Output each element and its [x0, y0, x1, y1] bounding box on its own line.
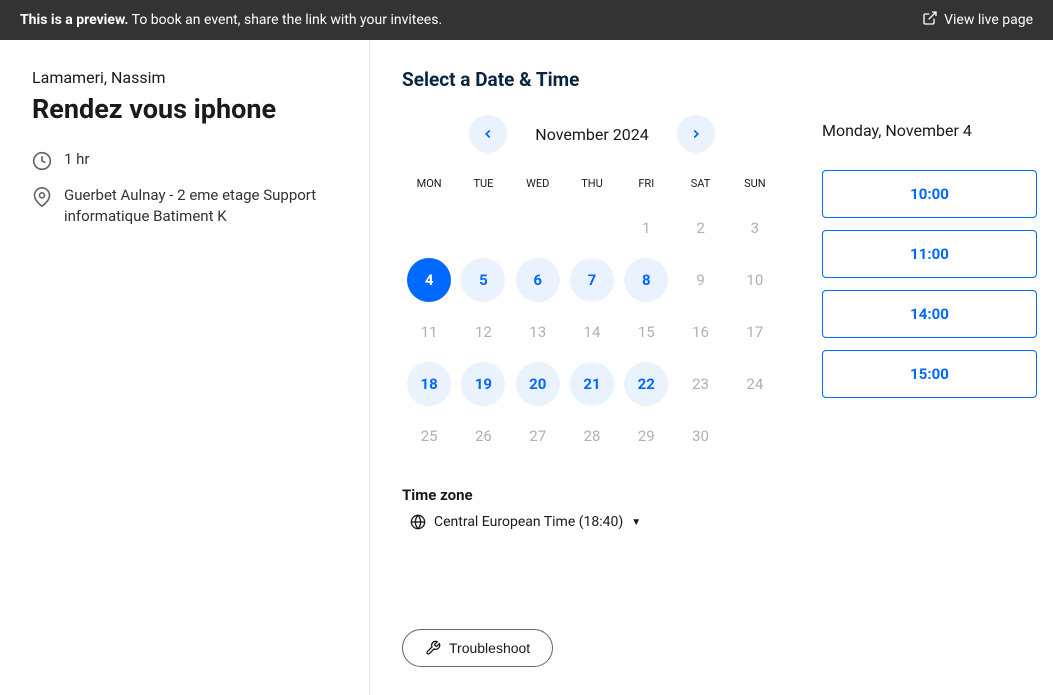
timezone-label: Central European Time (18:40) — [434, 514, 623, 530]
section-title: Select a Date & Time — [402, 68, 1037, 91]
day-17: 17 — [733, 310, 777, 354]
preview-strong: This is a preview. — [20, 12, 128, 28]
time-slots-list: 10:00 11:00 14:00 15:00 — [822, 170, 1037, 398]
timezone-heading: Time zone — [402, 486, 782, 504]
day-27: 27 — [516, 414, 560, 458]
time-slot-15-00[interactable]: 15:00 — [822, 350, 1037, 398]
duration-row: 1 hr — [32, 149, 337, 171]
day-3: 3 — [733, 206, 777, 250]
location-text: Guerbet Aulnay - 2 eme etage Support inf… — [64, 185, 337, 227]
timezone-section: Time zone Central European Time (18:40) … — [402, 486, 782, 530]
day-5[interactable]: 5 — [461, 258, 505, 302]
day-16: 16 — [679, 310, 723, 354]
troubleshoot-button[interactable]: Troubleshoot — [402, 629, 553, 667]
day-7[interactable]: 7 — [570, 258, 614, 302]
day-21[interactable]: 21 — [570, 362, 614, 406]
view-live-label: View live page — [944, 12, 1033, 28]
weekday-label: WED — [511, 171, 565, 196]
location-row: Guerbet Aulnay - 2 eme etage Support inf… — [32, 185, 337, 227]
day-19[interactable]: 19 — [461, 362, 505, 406]
day-6[interactable]: 6 — [516, 258, 560, 302]
weekday-header: MONTUEWEDTHUFRISATSUN — [402, 171, 782, 196]
weekday-label: FRI — [619, 171, 673, 196]
timezone-picker[interactable]: Central European Time (18:40) ▼ — [402, 514, 782, 530]
day-2: 2 — [679, 206, 723, 250]
next-month-button[interactable] — [677, 115, 715, 153]
prev-month-button[interactable] — [469, 115, 507, 153]
time-slot-11-00[interactable]: 11:00 — [822, 230, 1037, 278]
time-slot-10-00[interactable]: 10:00 — [822, 170, 1037, 218]
day-23: 23 — [679, 362, 723, 406]
troubleshoot-label: Troubleshoot — [449, 640, 530, 656]
weekday-label: THU — [565, 171, 619, 196]
day-28: 28 — [570, 414, 614, 458]
duration-text: 1 hr — [64, 149, 90, 170]
day-10: 10 — [733, 258, 777, 302]
caret-down-icon: ▼ — [631, 517, 641, 528]
preview-rest: To book an event, share the link with yo… — [128, 12, 442, 28]
day-4[interactable]: 4 — [407, 258, 451, 302]
host-name: Lamameri, Nassim — [32, 68, 337, 87]
scheduler-panel: Select a Date & Time November 2024 MONTU… — [370, 40, 1053, 695]
location-pin-icon — [32, 187, 52, 207]
clock-icon — [32, 151, 52, 171]
weekday-label: MON — [402, 171, 456, 196]
day-1: 1 — [624, 206, 668, 250]
day-9: 9 — [679, 258, 723, 302]
preview-bar: This is a preview. To book an event, sha… — [0, 0, 1053, 40]
weekday-label: SUN — [728, 171, 782, 196]
day-29: 29 — [624, 414, 668, 458]
event-details-panel: Lamameri, Nassim Rendez vous iphone 1 hr… — [0, 40, 370, 695]
event-title: Rendez vous iphone — [32, 93, 337, 125]
day-8[interactable]: 8 — [624, 258, 668, 302]
time-slots-panel: Monday, November 4 10:00 11:00 14:00 15:00 — [822, 115, 1037, 410]
day-26: 26 — [461, 414, 505, 458]
view-live-link[interactable]: View live page — [922, 10, 1033, 30]
chevron-left-icon — [481, 127, 495, 141]
day-13: 13 — [516, 310, 560, 354]
day-18[interactable]: 18 — [407, 362, 451, 406]
days-grid: 1234567891011121314151617181920212223242… — [402, 206, 782, 458]
external-link-icon — [922, 10, 938, 30]
month-label: November 2024 — [535, 125, 648, 144]
globe-icon — [410, 514, 426, 530]
day-11: 11 — [407, 310, 451, 354]
day-22[interactable]: 22 — [624, 362, 668, 406]
day-20[interactable]: 20 — [516, 362, 560, 406]
day-25: 25 — [407, 414, 451, 458]
time-slot-14-00[interactable]: 14:00 — [822, 290, 1037, 338]
weekday-label: SAT — [673, 171, 727, 196]
day-12: 12 — [461, 310, 505, 354]
calendar: November 2024 MONTUEWEDTHUFRISATSUN 1234… — [402, 115, 782, 530]
month-navigation: November 2024 — [402, 115, 782, 153]
day-24: 24 — [733, 362, 777, 406]
chevron-right-icon — [689, 127, 703, 141]
day-15: 15 — [624, 310, 668, 354]
preview-message: This is a preview. To book an event, sha… — [20, 12, 442, 28]
weekday-label: TUE — [456, 171, 510, 196]
wrench-icon — [425, 640, 441, 656]
day-30: 30 — [679, 414, 723, 458]
selected-date-label: Monday, November 4 — [822, 115, 1037, 140]
day-14: 14 — [570, 310, 614, 354]
